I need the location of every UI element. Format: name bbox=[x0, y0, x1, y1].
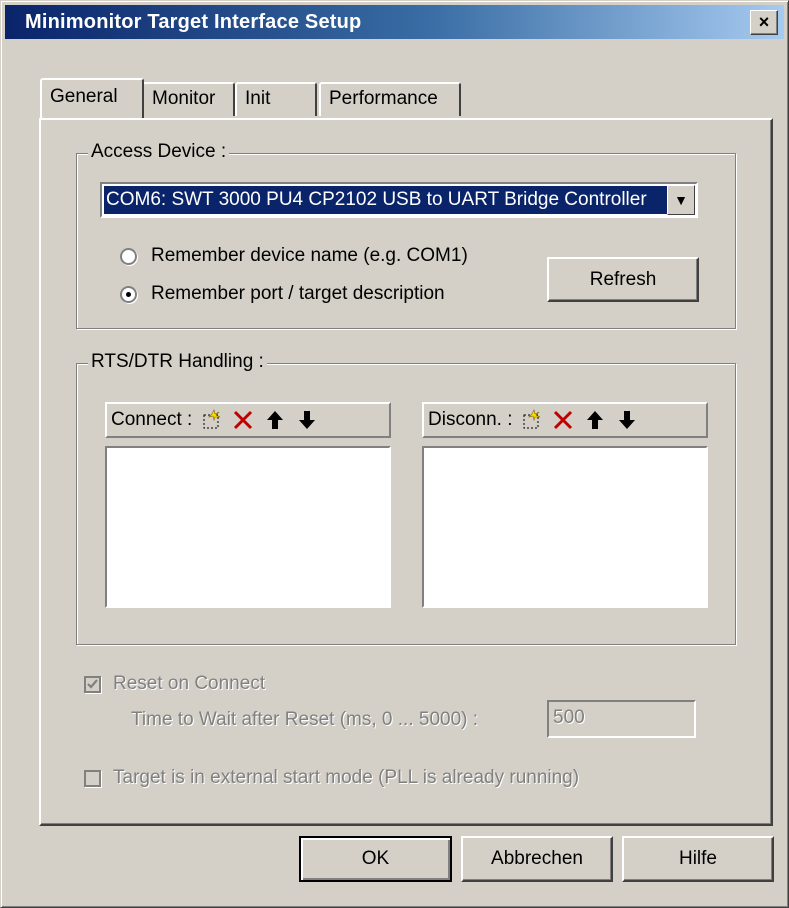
dialog-window: Minimonitor Target Interface Setup × Mon… bbox=[0, 0, 789, 908]
external-start-box[interactable] bbox=[84, 769, 101, 787]
connect-list[interactable] bbox=[105, 446, 391, 608]
wait-time-input[interactable]: 500 bbox=[547, 700, 696, 738]
dropdown-arrow-icon[interactable]: ▼ bbox=[667, 185, 695, 215]
external-start-label: Target is in external start mode (PLL is… bbox=[113, 767, 580, 788]
radio-remember-port[interactable]: Remember port / target description bbox=[120, 283, 445, 305]
new-item-icon[interactable] bbox=[518, 407, 544, 433]
help-button[interactable]: Hilfe bbox=[622, 836, 774, 882]
connect-list-header: Connect : bbox=[105, 402, 391, 438]
wait-time-label: Time to Wait after Reset (ms, 0 ... 5000… bbox=[131, 709, 479, 730]
disconnect-list-header: Disconn. : bbox=[422, 402, 708, 438]
external-start-checkbox[interactable]: Target is in external start mode (PLL is… bbox=[84, 767, 579, 789]
access-device-selected-value: COM6: SWT 3000 PU4 CP2102 USB to UART Br… bbox=[104, 186, 667, 214]
tab-init-label: Init bbox=[245, 88, 271, 109]
tab-general-label: General bbox=[50, 86, 118, 107]
reset-on-connect-box[interactable] bbox=[84, 675, 101, 693]
ok-button[interactable]: OK bbox=[299, 836, 452, 882]
tab-monitor[interactable]: Monitor bbox=[142, 82, 235, 116]
window-title: Minimonitor Target Interface Setup bbox=[25, 11, 362, 33]
delete-icon[interactable] bbox=[230, 407, 256, 433]
cancel-button[interactable]: Abbrechen bbox=[461, 836, 613, 882]
disconnect-list[interactable] bbox=[422, 446, 708, 608]
close-button[interactable]: × bbox=[750, 10, 778, 35]
move-up-icon[interactable] bbox=[582, 407, 608, 433]
radio-remember-device-name[interactable]: Remember device name (e.g. COM1) bbox=[120, 245, 468, 267]
move-up-icon[interactable] bbox=[262, 407, 288, 433]
title-bar[interactable]: Minimonitor Target Interface Setup × bbox=[5, 5, 784, 39]
refresh-button[interactable]: Refresh bbox=[547, 257, 699, 302]
move-down-icon[interactable] bbox=[614, 407, 640, 433]
rts-dtr-legend: RTS/DTR Handling : bbox=[88, 351, 267, 373]
radio-port-control[interactable] bbox=[120, 285, 137, 303]
tab-init[interactable]: Init bbox=[235, 82, 317, 116]
move-down-icon[interactable] bbox=[294, 407, 320, 433]
tab-general[interactable]: General bbox=[40, 78, 144, 118]
tab-performance-label: Performance bbox=[329, 88, 438, 109]
radio-device-name-label: Remember device name (e.g. COM1) bbox=[151, 245, 468, 266]
tab-monitor-label: Monitor bbox=[152, 88, 216, 109]
tab-performance[interactable]: Performance bbox=[319, 82, 461, 116]
access-device-legend: Access Device : bbox=[88, 141, 230, 163]
radio-device-name-control[interactable] bbox=[120, 247, 137, 265]
connect-label: Connect : bbox=[111, 409, 193, 430]
access-device-select[interactable]: COM6: SWT 3000 PU4 CP2102 USB to UART Br… bbox=[100, 182, 698, 218]
disconnect-label: Disconn. : bbox=[428, 409, 513, 430]
new-item-icon[interactable] bbox=[198, 407, 224, 433]
close-icon: × bbox=[758, 12, 770, 32]
radio-port-label: Remember port / target description bbox=[151, 283, 445, 304]
reset-on-connect-label: Reset on Connect bbox=[113, 673, 266, 694]
delete-icon[interactable] bbox=[550, 407, 576, 433]
reset-on-connect-checkbox[interactable]: Reset on Connect bbox=[84, 673, 265, 695]
